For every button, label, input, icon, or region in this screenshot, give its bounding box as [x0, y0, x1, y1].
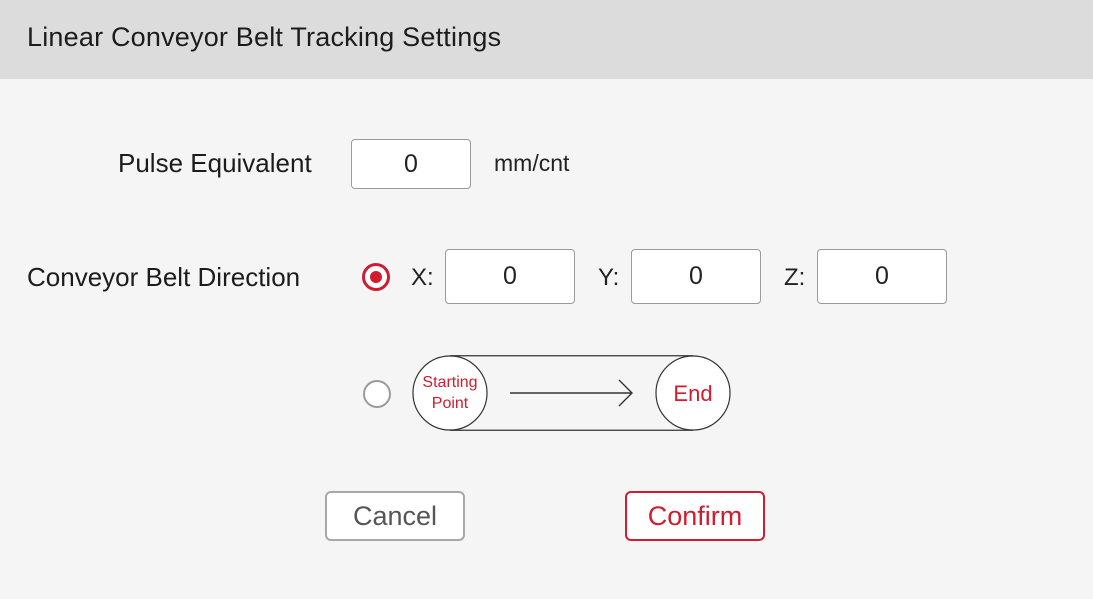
x-direction-input[interactable]: 0: [445, 249, 575, 304]
dialog-title: Linear Conveyor Belt Tracking Settings: [27, 22, 502, 52]
conveyor-direction-label: Conveyor Belt Direction: [27, 262, 301, 292]
pulse-unit-label: mm/cnt: [494, 150, 570, 176]
dialog-header: Linear Conveyor Belt Tracking Settings: [0, 0, 1093, 79]
end-point-label: End: [673, 381, 713, 406]
z-direction-input[interactable]: 0: [817, 249, 947, 304]
cancel-button[interactable]: Cancel: [325, 491, 465, 541]
pulse-equivalent-label: Pulse Equivalent: [118, 148, 312, 178]
pulse-equivalent-input[interactable]: 0: [351, 139, 471, 189]
direction-xyz-radio[interactable]: [362, 263, 390, 291]
confirm-button[interactable]: Confirm: [625, 491, 765, 541]
start-point-line1: Starting: [422, 374, 478, 391]
x-axis-label: X:: [411, 264, 434, 291]
y-axis-label: Y:: [598, 264, 620, 291]
radio-selected-dot: [370, 271, 382, 283]
direction-start-end-radio[interactable]: [363, 380, 391, 408]
z-axis-label: Z:: [784, 264, 806, 291]
y-direction-input[interactable]: 0: [631, 249, 761, 304]
start-point-line2: Point: [431, 395, 469, 412]
start-point-label: Starting Point: [412, 372, 488, 414]
conveyor-belt-diagram: Starting Point End: [412, 355, 731, 431]
